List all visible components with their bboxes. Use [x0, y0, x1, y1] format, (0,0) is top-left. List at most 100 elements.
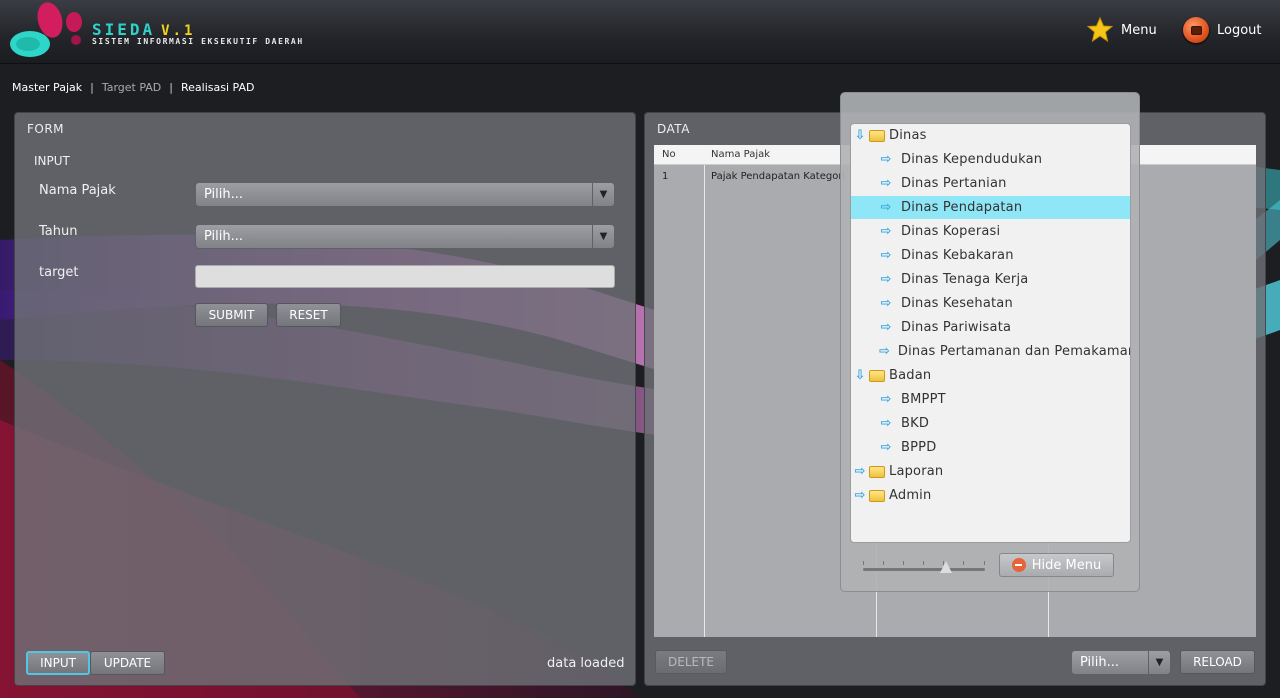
minus-circle-icon	[1011, 558, 1026, 572]
tree-group-dinas[interactable]: ⇩ Dinas	[851, 124, 1130, 147]
nav-separator: |	[169, 81, 173, 94]
tree-item-label: BMPPT	[901, 392, 946, 407]
tree-item-dinas-kesehatan[interactable]: ⇨ Dinas Kesehatan	[851, 292, 1130, 315]
tree-group-label: Laporan	[889, 464, 944, 479]
tree-item-dinas-pertanian[interactable]: ⇨ Dinas Pertanian	[851, 172, 1130, 195]
nama-pajak-value: Pilih...	[204, 187, 244, 202]
arrow-right-icon: ⇨	[880, 272, 892, 287]
filter-value: Pilih...	[1080, 655, 1120, 670]
arrow-right-icon: ⇨	[879, 344, 890, 359]
tree-item-label: BKD	[901, 416, 930, 431]
hide-menu-label: Hide Menu	[1031, 557, 1102, 573]
tahun-select[interactable]: Pilih... ▼	[195, 224, 615, 249]
nav-master-pajak[interactable]: Master Pajak	[12, 81, 82, 94]
arrow-right-icon[interactable]: ⇨	[853, 464, 867, 479]
logo-icon	[10, 2, 82, 57]
chevron-down-icon[interactable]: ▼	[592, 225, 614, 248]
tree-item-label: Dinas Kesehatan	[901, 296, 1013, 311]
tree-group-admin[interactable]: ⇨ Admin	[851, 484, 1130, 507]
navigation-menu-overlay: ⇩ Dinas ⇨ Dinas Kependudukan ⇨ Dinas Per…	[840, 92, 1140, 592]
tree-item-bmppt[interactable]: ⇨ BMPPT	[851, 388, 1130, 411]
menu-tree: ⇩ Dinas ⇨ Dinas Kependudukan ⇨ Dinas Per…	[850, 123, 1131, 543]
filter-select[interactable]: Pilih... ▼	[1071, 650, 1171, 675]
tab-input[interactable]: INPUT	[26, 651, 90, 675]
nama-pajak-label: Nama Pajak	[39, 183, 116, 198]
app-subtitle: SISTEM INFORMASI EKSEKUTIF DAERAH	[92, 37, 304, 46]
tree-item-label: Dinas Kependudukan	[901, 152, 1043, 167]
tree-item-dinas-pendapatan[interactable]: ⇨ Dinas Pendapatan	[851, 196, 1130, 219]
tree-item-label: Dinas Koperasi	[901, 224, 1001, 239]
tree-item-label: BPPD	[901, 440, 937, 455]
arrow-right-icon[interactable]: ⇨	[853, 488, 867, 503]
form-panel-title: FORM	[27, 122, 65, 136]
tree-item-dinas-koperasi[interactable]: ⇨ Dinas Koperasi	[851, 220, 1130, 243]
arrow-right-icon: ⇨	[880, 152, 892, 167]
folder-icon	[869, 465, 885, 478]
logout-icon	[1183, 17, 1209, 43]
submit-button[interactable]: SUBMIT	[195, 303, 268, 327]
arrow-right-icon: ⇨	[880, 200, 892, 215]
column-header-nama-pajak[interactable]: Nama Pajak	[711, 149, 770, 160]
hide-menu-button[interactable]: Hide Menu	[999, 553, 1114, 577]
tree-item-dinas-pertamanan[interactable]: ⇨ Dinas Pertamanan dan Pemakaman	[851, 340, 1130, 363]
form-panel: FORM INPUT Nama Pajak Pilih... ▼ Tahun P…	[14, 112, 636, 686]
tree-group-label: Dinas	[889, 128, 927, 143]
chevron-down-icon[interactable]: ▼	[592, 183, 614, 206]
tab-update[interactable]: UPDATE	[90, 651, 165, 675]
arrow-right-icon: ⇨	[880, 176, 892, 191]
arrow-right-icon: ⇨	[880, 416, 892, 431]
folder-icon	[869, 489, 885, 502]
nama-pajak-select[interactable]: Pilih... ▼	[195, 182, 615, 207]
tree-item-bppd[interactable]: ⇨ BPPD	[851, 436, 1130, 459]
app-header: SIEDA V.1 SISTEM INFORMASI EKSEKUTIF DAER…	[0, 0, 1280, 64]
breadcrumb-nav: Master Pajak | Target PAD | Realisasi PA…	[12, 81, 254, 94]
tree-group-label: Badan	[889, 368, 932, 383]
reset-button[interactable]: RESET	[276, 303, 341, 327]
arrow-down-icon[interactable]: ⇩	[853, 128, 867, 143]
slider-track	[863, 568, 985, 571]
arrow-right-icon: ⇨	[880, 296, 892, 311]
tree-item-label: Dinas Pertanian	[901, 176, 1007, 191]
arrow-right-icon: ⇨	[880, 320, 892, 335]
menu-button[interactable]: Menu	[1087, 16, 1157, 44]
target-label: target	[39, 265, 79, 280]
arrow-right-icon: ⇨	[880, 392, 892, 407]
target-input[interactable]	[195, 265, 615, 288]
menu-label: Menu	[1121, 22, 1157, 38]
nav-target-pad[interactable]: Target PAD	[102, 81, 161, 94]
tree-group-label: Admin	[889, 488, 932, 503]
chevron-down-icon[interactable]: ▼	[1148, 651, 1170, 674]
logout-button[interactable]: Logout	[1183, 16, 1262, 44]
slider-thumb[interactable]	[940, 561, 952, 573]
column-header-no[interactable]: No	[662, 149, 676, 160]
form-section-label: INPUT	[34, 154, 70, 168]
logout-label: Logout	[1217, 22, 1262, 38]
tree-item-bkd[interactable]: ⇨ BKD	[851, 412, 1130, 435]
tree-item-dinas-kebakaran[interactable]: ⇨ Dinas Kebakaran	[851, 244, 1130, 267]
tree-item-label: Dinas Pertamanan dan Pemakaman	[897, 344, 1131, 359]
tree-group-laporan[interactable]: ⇨ Laporan	[851, 460, 1130, 483]
nav-realisasi-pad[interactable]: Realisasi PAD	[181, 81, 254, 94]
star-icon	[1087, 17, 1113, 43]
nav-separator: |	[90, 81, 94, 94]
cell-no: 1	[662, 171, 669, 182]
folder-icon	[869, 369, 885, 382]
tahun-value: Pilih...	[204, 229, 244, 244]
arrow-right-icon: ⇨	[880, 248, 892, 263]
tree-item-dinas-tenaga-kerja[interactable]: ⇨ Dinas Tenaga Kerja	[851, 268, 1130, 291]
opacity-slider[interactable]	[863, 561, 985, 575]
status-text: data loaded	[547, 656, 625, 671]
tree-item-dinas-kependudukan[interactable]: ⇨ Dinas Kependudukan	[851, 148, 1130, 171]
arrow-right-icon: ⇨	[880, 224, 892, 239]
tree-item-label: Dinas Tenaga Kerja	[901, 272, 1029, 287]
tree-item-dinas-pariwisata[interactable]: ⇨ Dinas Pariwisata	[851, 316, 1130, 339]
data-panel-title: DATA	[657, 122, 690, 136]
arrow-right-icon: ⇨	[880, 440, 892, 455]
reload-button[interactable]: RELOAD	[1180, 650, 1255, 674]
tahun-label: Tahun	[39, 224, 78, 239]
delete-button[interactable]: DELETE	[655, 650, 727, 674]
tree-group-badan[interactable]: ⇩ Badan	[851, 364, 1130, 387]
arrow-down-icon[interactable]: ⇩	[853, 368, 867, 383]
cell-nama-pajak: Pajak Pendapatan Kategori 1	[711, 171, 855, 182]
tree-item-label: Dinas Pariwisata	[901, 320, 1012, 335]
